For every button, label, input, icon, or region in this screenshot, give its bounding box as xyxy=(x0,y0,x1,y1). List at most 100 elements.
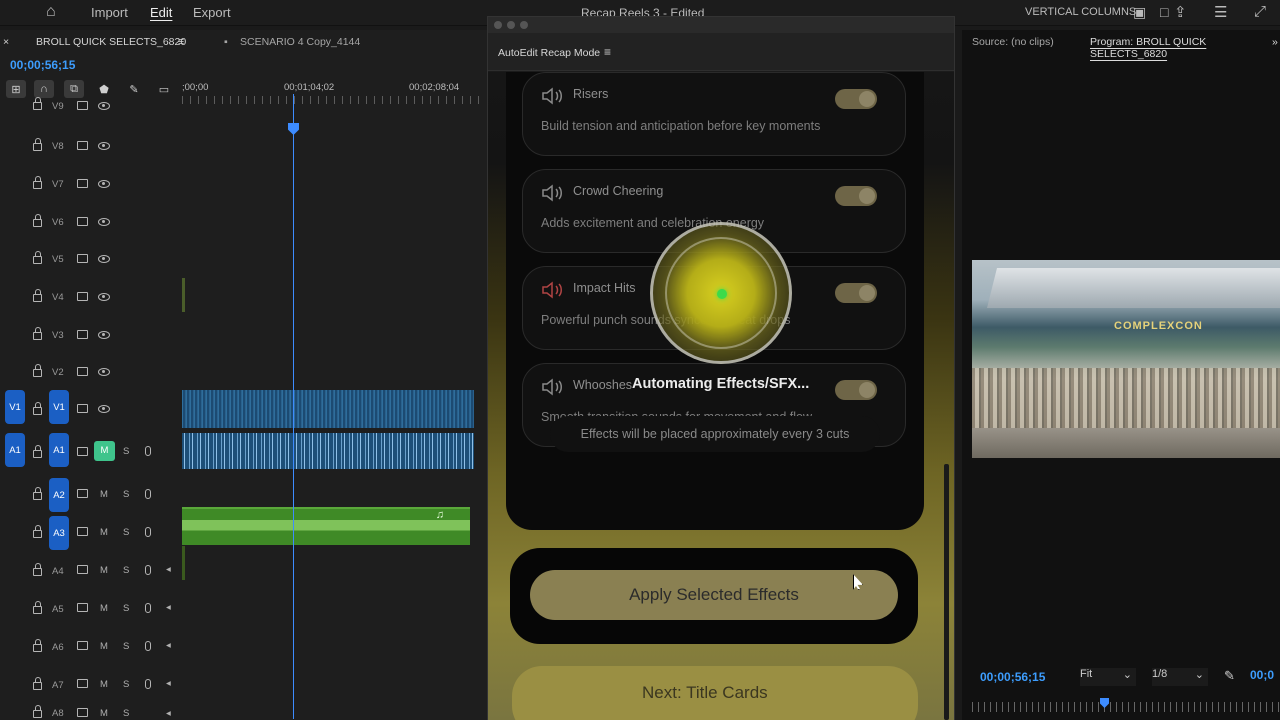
sync-lock-icon[interactable] xyxy=(77,217,88,226)
zoom-window-icon[interactable] xyxy=(520,21,528,29)
volume-icon[interactable]: ◂ xyxy=(166,708,171,719)
eye-icon[interactable] xyxy=(98,368,110,376)
plugin-titlebar[interactable] xyxy=(488,17,954,33)
sync-lock-icon[interactable] xyxy=(77,101,88,110)
solo-button[interactable]: S xyxy=(123,641,129,652)
volume-icon[interactable]: ◂ xyxy=(166,678,171,689)
solo-button[interactable]: S xyxy=(123,446,129,457)
volume-icon[interactable]: ◂ xyxy=(166,640,171,651)
playhead-line[interactable] xyxy=(293,94,294,719)
track-v9[interactable]: V9 xyxy=(0,97,182,140)
solo-button[interactable]: S xyxy=(123,527,129,538)
mute-button[interactable]: M xyxy=(100,641,108,652)
lock-icon[interactable] xyxy=(33,639,42,652)
effect-toggle[interactable] xyxy=(835,186,877,206)
solo-button[interactable]: S xyxy=(123,679,129,690)
solo-button[interactable]: S xyxy=(123,565,129,576)
mic-icon[interactable] xyxy=(145,527,151,537)
lock-icon[interactable] xyxy=(33,525,42,538)
sync-lock-icon[interactable] xyxy=(77,708,88,717)
eye-icon[interactable] xyxy=(98,102,110,110)
track-target-v1[interactable]: V1 xyxy=(49,390,69,424)
track-v6[interactable]: V6 xyxy=(0,214,182,252)
time-ruler[interactable] xyxy=(182,96,482,104)
mute-button[interactable]: M xyxy=(100,489,108,500)
solo-button[interactable]: S xyxy=(123,489,129,500)
timeline-timecode[interactable]: 00;00;56;15 xyxy=(10,58,75,72)
menu-export[interactable]: Export xyxy=(193,5,231,20)
lock-icon[interactable] xyxy=(33,214,42,227)
lock-icon[interactable] xyxy=(33,445,42,458)
solo-button[interactable]: S xyxy=(123,708,129,719)
track-v8[interactable]: V8 xyxy=(0,138,182,176)
mute-button[interactable]: M xyxy=(100,679,108,690)
lock-icon[interactable] xyxy=(33,705,42,718)
sync-lock-icon[interactable] xyxy=(77,489,88,498)
track-a3[interactable]: A3 M S xyxy=(0,516,182,554)
track-v4[interactable]: V4 xyxy=(0,289,182,327)
lock-icon[interactable] xyxy=(33,402,42,415)
marker-icon[interactable]: ⬟ xyxy=(94,80,114,98)
source-patch-v1[interactable]: V1 xyxy=(5,390,25,424)
track-v7[interactable]: V7 xyxy=(0,176,182,214)
lock-icon[interactable] xyxy=(33,677,42,690)
nest-icon[interactable]: ⊞ xyxy=(6,80,26,98)
minimize-window-icon[interactable] xyxy=(507,21,515,29)
linked-selection-icon[interactable]: ⧉ xyxy=(64,80,84,98)
expand-icon[interactable]: ⤢ xyxy=(1254,3,1266,20)
eye-icon[interactable] xyxy=(98,255,110,263)
track-v1[interactable]: V1 V1 xyxy=(0,390,182,428)
eye-icon[interactable] xyxy=(98,331,110,339)
lock-icon[interactable] xyxy=(33,138,42,151)
track-a8[interactable]: A8 M S ◂ xyxy=(0,705,182,720)
eye-icon[interactable] xyxy=(98,293,110,301)
track-a5[interactable]: A5 M S ◂ xyxy=(0,592,182,630)
lock-icon[interactable] xyxy=(33,176,42,189)
track-v3[interactable]: V3 xyxy=(0,327,182,365)
mic-icon[interactable] xyxy=(145,603,151,613)
tab-program[interactable]: Program: BROLL QUICK SELECTS_6820 xyxy=(1090,36,1280,60)
sync-lock-icon[interactable] xyxy=(77,641,88,650)
sync-lock-icon[interactable] xyxy=(77,404,88,413)
sync-lock-icon[interactable] xyxy=(77,179,88,188)
tab-scenario-4[interactable]: SCENARIO 4 Copy_4144 xyxy=(240,36,360,48)
track-target-a1[interactable]: A1 xyxy=(49,433,69,467)
program-time-ruler[interactable] xyxy=(972,702,1280,712)
plugin-scrollbar[interactable] xyxy=(944,464,949,720)
mute-button[interactable]: M xyxy=(100,603,108,614)
sync-lock-icon[interactable] xyxy=(77,367,88,376)
track-target-a3[interactable]: A3 xyxy=(49,516,69,550)
clip-a4-marker[interactable] xyxy=(182,546,185,580)
eye-icon[interactable] xyxy=(98,180,110,188)
panel-icon[interactable]: ▣ xyxy=(1133,4,1146,21)
mute-button[interactable]: M xyxy=(100,565,108,576)
tab-overflow-icon[interactable]: » xyxy=(1272,36,1278,48)
effect-toggle[interactable] xyxy=(835,89,877,109)
eye-icon[interactable] xyxy=(98,142,110,150)
solo-button[interactable]: S xyxy=(123,603,129,614)
mic-icon[interactable] xyxy=(145,679,151,689)
clip-v4-marker[interactable] xyxy=(182,278,185,312)
music-clip-a3[interactable]: ♫ xyxy=(182,507,470,545)
source-patch-a1[interactable]: A1 xyxy=(5,433,25,467)
audio-clip-a1[interactable] xyxy=(182,433,474,469)
eye-icon[interactable] xyxy=(98,218,110,226)
sync-lock-icon[interactable] xyxy=(77,292,88,301)
wrench-icon[interactable]: ✎ xyxy=(1224,668,1235,686)
sync-lock-icon[interactable] xyxy=(77,447,88,456)
hamburger-icon[interactable]: ≡ xyxy=(604,45,611,59)
tab-source[interactable]: Source: (no clips) xyxy=(972,36,1054,48)
track-v5[interactable]: V5 xyxy=(0,251,182,289)
menu-import[interactable]: Import xyxy=(91,5,128,20)
program-timecode[interactable]: 00;00;56;15 xyxy=(980,670,1045,684)
mic-icon[interactable] xyxy=(145,489,151,499)
mic-icon[interactable] xyxy=(145,446,151,456)
sync-lock-icon[interactable] xyxy=(77,527,88,536)
sync-lock-icon[interactable] xyxy=(77,330,88,339)
workspace-label[interactable]: VERTICAL COLUMNS xyxy=(1025,6,1136,18)
wrench-icon[interactable]: ✎ xyxy=(124,80,144,98)
eye-icon[interactable] xyxy=(98,405,110,413)
mic-icon[interactable] xyxy=(145,565,151,575)
apply-selected-effects-button[interactable]: Apply Selected Effects xyxy=(530,570,898,620)
list-icon[interactable]: ☰ xyxy=(1214,3,1227,21)
